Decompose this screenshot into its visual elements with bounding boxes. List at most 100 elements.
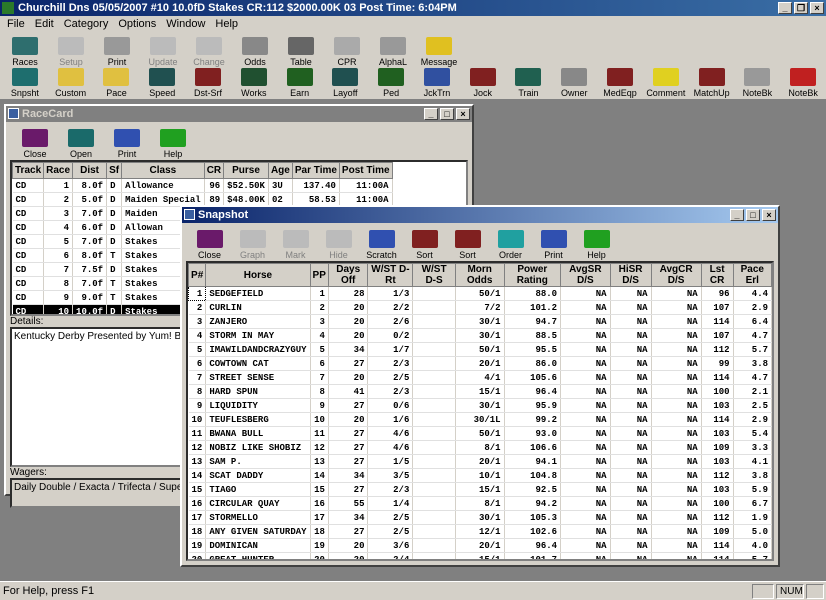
toolbar-button-scratch[interactable]: Scratch xyxy=(360,223,403,261)
table-row[interactable]: 17 STORMELLO 17 34 2/5 30/1 105.3 NA NA NA 112 1.9 xyxy=(188,510,772,525)
toolbar-button-open[interactable]: Open xyxy=(58,122,104,160)
toolbar-button-owner[interactable]: Owner xyxy=(551,68,597,99)
minimize-button[interactable]: _ xyxy=(778,2,792,14)
menu-options[interactable]: Options xyxy=(113,16,161,32)
toolbar-button-pace[interactable]: Pace xyxy=(94,68,140,99)
menu-file[interactable]: File xyxy=(2,16,30,32)
racecard-col-header[interactable]: Post Time xyxy=(338,162,393,179)
snapshot-table-area[interactable]: P# Horse PP Days Off W/ST D-Rt W/ST D-S Morn O… xyxy=(186,261,774,561)
snapshot-col-header[interactable]: Lst CR xyxy=(700,263,734,287)
table-row[interactable]: 18 ANY GIVEN SATURDAY 18 27 2/5 12/1 102.6 NA NA… xyxy=(188,524,772,539)
toolbar-button-dst-srf[interactable]: Dst-Srf xyxy=(185,68,231,99)
toolbar-button-snpsht[interactable]: Snpsht xyxy=(2,68,48,99)
table-row[interactable]: 1 SEDGEFIELD 1 28 1/3 50/1 88.0 NA NA NA 96 4.4 xyxy=(188,286,772,301)
toolbar-button-speed[interactable]: Speed xyxy=(139,68,185,99)
table-row[interactable]: 19 DOMINICAN 19 20 3/6 20/1 96.4 NA NA NA 114 4.0 xyxy=(188,538,772,553)
toolbar-button-close[interactable]: Close xyxy=(188,223,231,261)
snapshot-maximize-button[interactable]: □ xyxy=(746,209,760,221)
close-button[interactable]: × xyxy=(810,2,824,14)
table-row[interactable]: 7 STREET SENSE 7 20 2/5 4/1 105.6 NA NA NA 114 4.7 xyxy=(188,370,772,385)
toolbar-button-close[interactable]: Close xyxy=(12,122,58,160)
table-cell xyxy=(412,454,456,469)
toolbar-button-custom[interactable]: Custom xyxy=(48,68,94,99)
racecard-col-header[interactable]: Race xyxy=(43,162,74,179)
table-row[interactable]: 20 GREAT HUNTER 20 20 2/4 15/1 101.7 NA NA NA 114 5… xyxy=(188,552,772,559)
toolbar-button-help[interactable]: Help xyxy=(575,223,618,261)
snapshot-col-header[interactable]: Days Off xyxy=(327,263,369,287)
racecard-minimize-button[interactable]: _ xyxy=(424,108,438,120)
racecard-col-header[interactable]: Dist xyxy=(72,162,108,179)
toolbar-button-print[interactable]: Print xyxy=(94,32,140,68)
table-cell: SEDGEFIELD xyxy=(205,286,311,301)
toolbar-button-table[interactable]: Table xyxy=(278,32,324,68)
snapshot-col-header[interactable]: Power Rating xyxy=(503,263,562,287)
table-cell: 15/1 xyxy=(455,552,505,559)
snapshot-col-header[interactable]: Horse xyxy=(205,263,311,287)
snapshot-col-header[interactable]: HiSR D/S xyxy=(609,263,652,287)
racecard-col-header[interactable]: Class xyxy=(121,162,205,179)
snapshot-col-header[interactable]: W/ST D-S xyxy=(412,263,456,287)
racecard-col-header[interactable]: Purse xyxy=(223,162,269,179)
snapshot-col-header[interactable]: PP xyxy=(309,263,329,287)
table-row[interactable]: 3 ZANJERO 3 20 2/6 30/1 94.7 NA NA NA 114 6.4 xyxy=(188,314,772,329)
toolbar-button-layoff[interactable]: Layoff xyxy=(322,68,368,99)
toolbar-button-races[interactable]: Races xyxy=(2,32,48,68)
table-row[interactable]: 14 SCAT DADDY 14 34 3/5 10/1 104.8 NA NA NA 112 3.8 xyxy=(188,468,772,483)
racecard-maximize-button[interactable]: □ xyxy=(440,108,454,120)
menu-window[interactable]: Window xyxy=(161,16,210,32)
toolbar-button-notebk[interactable]: NoteBk xyxy=(735,68,781,99)
racecard-col-header[interactable]: Sf xyxy=(106,162,123,179)
racecard-col-header[interactable]: Age xyxy=(267,162,293,179)
menu-help[interactable]: Help xyxy=(210,16,243,32)
table-row[interactable]: 10 TEUFLESBERG 10 20 1/6 30/1L 99.2 NA NA NA 114 2.… xyxy=(188,412,772,427)
toolbar-button-earn[interactable]: Earn xyxy=(277,68,323,99)
table-row[interactable]: 5 IMAWILDANDCRAZYGUY 5 34 1/7 50/1 95.5 NA NA NA 1… xyxy=(188,342,772,357)
toolbar-button-order[interactable]: Order xyxy=(489,223,532,261)
table-row[interactable]: 12 NOBIZ LIKE SHOBIZ 12 27 4/6 8/1 106.6 NA NA NA… xyxy=(188,440,772,455)
table-row[interactable]: 11 BWANA BULL 11 27 4/6 50/1 93.0 NA NA NA 103 5.4 xyxy=(188,426,772,441)
table-row[interactable]: 6 COWTOWN CAT 6 27 2/3 20/1 86.0 NA NA NA 99 3.8 xyxy=(188,356,772,371)
table-row[interactable]: 16 CIRCULAR QUAY 16 55 1/4 8/1 94.2 NA NA NA 100 6.… xyxy=(188,496,772,511)
table-row[interactable]: 4 STORM IN MAY 4 20 0/2 30/1 88.5 NA NA NA 107 4.7 xyxy=(188,328,772,343)
snapshot-close-button[interactable]: × xyxy=(762,209,776,221)
toolbar-button-train[interactable]: Train xyxy=(506,68,552,99)
snapshot-col-header[interactable]: W/ST D-Rt xyxy=(367,263,414,287)
toolbar-button-sort[interactable]: Sort xyxy=(403,223,446,261)
snapshot-col-header[interactable]: Morn Odds xyxy=(454,263,505,287)
table-row[interactable]: 8 HARD SPUN 8 41 2/3 15/1 96.4 NA NA NA 100 2.1 xyxy=(188,384,772,399)
toolbar-button-works[interactable]: Works xyxy=(231,68,277,99)
restore-button[interactable]: ❐ xyxy=(794,2,808,14)
toolbar-button-print[interactable]: Print xyxy=(104,122,150,160)
racecard-close-button[interactable]: × xyxy=(456,108,470,120)
table-row[interactable]: 2 CURLIN 2 20 2/2 7/2 101.2 NA NA NA 107 2.9 xyxy=(188,300,772,315)
racecard-col-header[interactable]: CR xyxy=(203,162,225,179)
toolbar-button-alphal[interactable]: AlphaL xyxy=(370,32,416,68)
toolbar-button-print[interactable]: Print xyxy=(532,223,575,261)
toolbar-button-medeqp[interactable]: MedEqp xyxy=(597,68,643,99)
toolbar-button-message[interactable]: Message xyxy=(416,32,462,68)
snapshot-col-header[interactable]: Pace Erl xyxy=(732,263,772,287)
snapshot-col-header[interactable]: AvgCR D/S xyxy=(650,263,702,287)
toolbar-button-comment[interactable]: Comment xyxy=(643,68,689,99)
table-row[interactable]: 13 SAM P. 13 27 1/5 20/1 94.1 NA NA NA 103 4.1 xyxy=(188,454,772,469)
toolbar-button-notebk[interactable]: NoteBk xyxy=(780,68,826,99)
menu-edit[interactable]: Edit xyxy=(30,16,59,32)
toolbar-button-ped[interactable]: Ped xyxy=(368,68,414,99)
menu-category[interactable]: Category xyxy=(59,16,114,32)
toolbar-button-matchup[interactable]: MatchUp xyxy=(689,68,735,99)
toolbar-button-odds[interactable]: Odds xyxy=(232,32,278,68)
table-row[interactable]: 15 TIAGO 15 27 2/3 15/1 92.5 NA NA NA 103 5.9 xyxy=(188,482,772,497)
racecard-col-header[interactable]: Track xyxy=(12,162,45,179)
toolbar-button-help[interactable]: Help xyxy=(150,122,196,160)
racecard-col-header[interactable]: Par Time xyxy=(291,162,340,179)
toolbar-button-jcktrn[interactable]: JckTrn xyxy=(414,68,460,99)
table-row[interactable]: CD 1 8.0f D Allowance 96 $52.50K 3U 137.40 11:00A xyxy=(12,178,393,193)
toolbar-button-jock[interactable]: Jock xyxy=(460,68,506,99)
snapshot-minimize-button[interactable]: _ xyxy=(730,209,744,221)
table-cell: NA xyxy=(651,370,702,385)
toolbar-button-cpr[interactable]: CPR xyxy=(324,32,370,68)
snapshot-col-header[interactable]: P# xyxy=(188,263,207,287)
snapshot-col-header[interactable]: AvgSR D/S xyxy=(560,263,611,287)
table-row[interactable]: 9 LIQUIDITY 9 27 0/6 30/1 95.9 NA NA NA 103 2.5 xyxy=(188,398,772,413)
toolbar-button-sort[interactable]: Sort xyxy=(446,223,489,261)
